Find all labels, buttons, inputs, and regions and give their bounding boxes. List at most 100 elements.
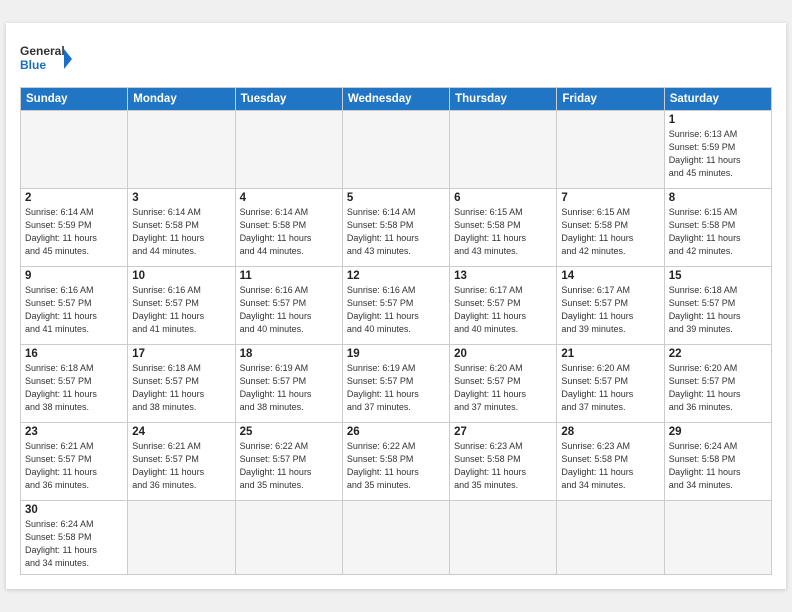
day-number: 18 (240, 348, 338, 360)
day-info: Sunrise: 6:16 AM Sunset: 5:57 PM Dayligh… (132, 284, 230, 336)
week-row-5: 23 Sunrise: 6:21 AM Sunset: 5:57 PM Dayli… (21, 422, 772, 500)
day-cell (450, 500, 557, 574)
week-row-4: 16 Sunrise: 6:18 AM Sunset: 5:57 PM Dayli… (21, 344, 772, 422)
calendar-table: SundayMondayTuesdayWednesdayThursdayFrid… (20, 87, 772, 575)
week-row-2: 2 Sunrise: 6:14 AM Sunset: 5:59 PM Daylig… (21, 188, 772, 266)
day-number: 29 (669, 426, 767, 438)
week-row-3: 9 Sunrise: 6:16 AM Sunset: 5:57 PM Daylig… (21, 266, 772, 344)
day-cell: 9 Sunrise: 6:16 AM Sunset: 5:57 PM Daylig… (21, 266, 128, 344)
day-number: 17 (132, 348, 230, 360)
logo-icon: General Blue (20, 39, 72, 81)
day-number: 26 (347, 426, 445, 438)
svg-text:Blue: Blue (20, 58, 46, 72)
day-number: 22 (669, 348, 767, 360)
day-info: Sunrise: 6:16 AM Sunset: 5:57 PM Dayligh… (347, 284, 445, 336)
day-number: 11 (240, 270, 338, 282)
day-info: Sunrise: 6:17 AM Sunset: 5:57 PM Dayligh… (454, 284, 552, 336)
day-number: 15 (669, 270, 767, 282)
day-info: Sunrise: 6:16 AM Sunset: 5:57 PM Dayligh… (25, 284, 123, 336)
svg-text:General: General (20, 44, 65, 58)
day-cell: 2 Sunrise: 6:14 AM Sunset: 5:59 PM Daylig… (21, 188, 128, 266)
day-cell: 1 Sunrise: 6:13 AM Sunset: 5:59 PM Daylig… (664, 110, 771, 188)
day-number: 12 (347, 270, 445, 282)
day-number: 24 (132, 426, 230, 438)
day-number: 2 (25, 192, 123, 204)
day-cell: 5 Sunrise: 6:14 AM Sunset: 5:58 PM Daylig… (342, 188, 449, 266)
day-cell: 12 Sunrise: 6:16 AM Sunset: 5:57 PM Dayli… (342, 266, 449, 344)
day-cell: 13 Sunrise: 6:17 AM Sunset: 5:57 PM Dayli… (450, 266, 557, 344)
day-number: 23 (25, 426, 123, 438)
day-cell: 6 Sunrise: 6:15 AM Sunset: 5:58 PM Daylig… (450, 188, 557, 266)
day-info: Sunrise: 6:19 AM Sunset: 5:57 PM Dayligh… (240, 362, 338, 414)
day-number: 7 (561, 192, 659, 204)
day-cell (128, 110, 235, 188)
day-number: 9 (25, 270, 123, 282)
weekday-header-row: SundayMondayTuesdayWednesdayThursdayFrid… (21, 87, 772, 110)
day-number: 13 (454, 270, 552, 282)
day-cell: 27Sunrise: 6:23 AM Sunset: 5:58 PM Dayli… (450, 422, 557, 500)
day-info: Sunrise: 6:15 AM Sunset: 5:58 PM Dayligh… (561, 206, 659, 258)
day-cell: 3Sunrise: 6:14 AM Sunset: 5:58 PM Daylig… (128, 188, 235, 266)
day-cell: 10 Sunrise: 6:16 AM Sunset: 5:57 PM Dayli… (128, 266, 235, 344)
day-number: 30 (25, 504, 123, 516)
day-info: Sunrise: 6:24 AM Sunset: 5:58 PM Dayligh… (25, 518, 123, 570)
day-cell: 22 Sunrise: 6:20 AM Sunset: 5:57 PM Dayli… (664, 344, 771, 422)
logo: General Blue (20, 39, 72, 81)
day-number: 16 (25, 348, 123, 360)
day-number: 6 (454, 192, 552, 204)
day-cell: 26 Sunrise: 6:22 AM Sunset: 5:58 PM Dayli… (342, 422, 449, 500)
day-cell: 20Sunrise: 6:20 AM Sunset: 5:57 PM Dayli… (450, 344, 557, 422)
day-number: 14 (561, 270, 659, 282)
day-cell (557, 110, 664, 188)
day-cell: 23 Sunrise: 6:21 AM Sunset: 5:57 PM Dayli… (21, 422, 128, 500)
day-number: 4 (240, 192, 338, 204)
week-row-1: 1 Sunrise: 6:13 AM Sunset: 5:59 PM Daylig… (21, 110, 772, 188)
weekday-wednesday: Wednesday (342, 87, 449, 110)
day-info: Sunrise: 6:23 AM Sunset: 5:58 PM Dayligh… (561, 440, 659, 492)
day-cell: 29Sunrise: 6:24 AM Sunset: 5:58 PM Dayli… (664, 422, 771, 500)
day-cell (21, 110, 128, 188)
day-info: Sunrise: 6:14 AM Sunset: 5:58 PM Dayligh… (240, 206, 338, 258)
day-info: Sunrise: 6:16 AM Sunset: 5:57 PM Dayligh… (240, 284, 338, 336)
day-info: Sunrise: 6:22 AM Sunset: 5:57 PM Dayligh… (240, 440, 338, 492)
day-number: 21 (561, 348, 659, 360)
day-info: Sunrise: 6:22 AM Sunset: 5:58 PM Dayligh… (347, 440, 445, 492)
day-cell: 16 Sunrise: 6:18 AM Sunset: 5:57 PM Dayli… (21, 344, 128, 422)
day-cell: 14 Sunrise: 6:17 AM Sunset: 5:57 PM Dayli… (557, 266, 664, 344)
day-cell (557, 500, 664, 574)
weekday-friday: Friday (557, 87, 664, 110)
day-cell: 24Sunrise: 6:21 AM Sunset: 5:57 PM Dayli… (128, 422, 235, 500)
day-info: Sunrise: 6:14 AM Sunset: 5:59 PM Dayligh… (25, 206, 123, 258)
day-info: Sunrise: 6:18 AM Sunset: 5:57 PM Dayligh… (669, 284, 767, 336)
day-cell: 4 Sunrise: 6:14 AM Sunset: 5:58 PM Daylig… (235, 188, 342, 266)
day-number: 20 (454, 348, 552, 360)
day-number: 25 (240, 426, 338, 438)
day-info: Sunrise: 6:13 AM Sunset: 5:59 PM Dayligh… (669, 128, 767, 180)
day-cell: 25 Sunrise: 6:22 AM Sunset: 5:57 PM Dayli… (235, 422, 342, 500)
day-cell (235, 500, 342, 574)
day-cell (450, 110, 557, 188)
day-info: Sunrise: 6:21 AM Sunset: 5:57 PM Dayligh… (25, 440, 123, 492)
day-info: Sunrise: 6:23 AM Sunset: 5:58 PM Dayligh… (454, 440, 552, 492)
calendar-header: General Blue (20, 35, 772, 81)
day-cell: 7 Sunrise: 6:15 AM Sunset: 5:58 PM Daylig… (557, 188, 664, 266)
weekday-monday: Monday (128, 87, 235, 110)
day-number: 1 (669, 114, 767, 126)
day-number: 19 (347, 348, 445, 360)
day-info: Sunrise: 6:14 AM Sunset: 5:58 PM Dayligh… (132, 206, 230, 258)
day-cell: 17Sunrise: 6:18 AM Sunset: 5:57 PM Dayli… (128, 344, 235, 422)
day-cell (342, 500, 449, 574)
day-cell (342, 110, 449, 188)
day-info: Sunrise: 6:20 AM Sunset: 5:57 PM Dayligh… (669, 362, 767, 414)
day-info: Sunrise: 6:18 AM Sunset: 5:57 PM Dayligh… (25, 362, 123, 414)
calendar-container: General Blue SundayMondayTuesdayWednesda… (6, 23, 786, 589)
day-number: 5 (347, 192, 445, 204)
day-info: Sunrise: 6:17 AM Sunset: 5:57 PM Dayligh… (561, 284, 659, 336)
day-info: Sunrise: 6:14 AM Sunset: 5:58 PM Dayligh… (347, 206, 445, 258)
day-info: Sunrise: 6:15 AM Sunset: 5:58 PM Dayligh… (454, 206, 552, 258)
day-number: 8 (669, 192, 767, 204)
day-number: 10 (132, 270, 230, 282)
day-number: 28 (561, 426, 659, 438)
day-cell (128, 500, 235, 574)
weekday-saturday: Saturday (664, 87, 771, 110)
